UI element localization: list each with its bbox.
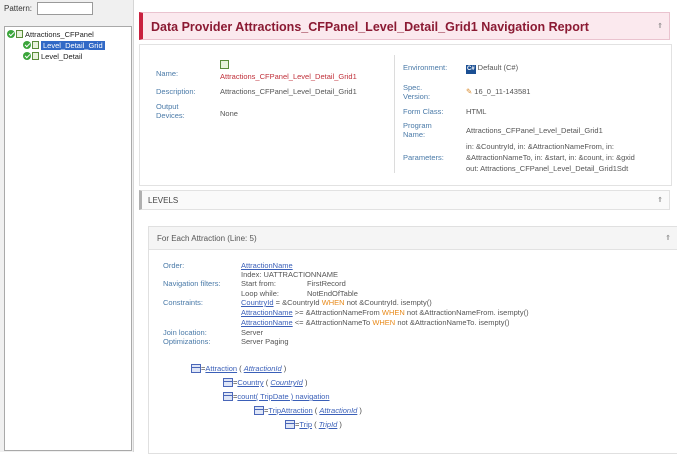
loop-while-value: NotEndOfTable [307,289,358,298]
wrench-icon: ✎ [466,87,473,96]
environment-label: Environment: [403,63,448,72]
environment-value: C# Default (C#) [466,63,519,74]
level-icon [32,52,39,60]
constraint-1: CountryId = &CountryId WHEN not &Country… [241,298,432,307]
name-value: Attractions_CFPanel_Level_Detail_Grid1 [220,72,357,81]
levels-title: LEVELS [148,196,179,205]
pattern-label: Pattern: [4,4,33,13]
report-title: Data Provider Attractions_CFPanel_Level_… [151,20,589,34]
join-location-label: Join location: [163,328,207,337]
form-class-value: HTML [466,107,487,116]
start-from-value: FirstRecord [307,279,346,288]
program-name-label: Program Name: [403,121,432,139]
collapse-icon[interactable]: ⇑ [657,22,663,30]
optimizations-value: Server Paging [241,337,289,346]
tree-item-level-detail-grid[interactable]: Level_Detail_Grid [23,40,105,50]
output-devices-label: Output Devices: [156,102,185,120]
output-devices-value: None [220,109,238,118]
navigation-filters-label: Navigation filters: [163,279,221,288]
parameters-line-3: out: Attractions_CFPanel_Level_Detail_Gr… [466,164,629,173]
collapse-icon[interactable]: ⇑ [665,234,671,242]
parameters-line-1: in: &CountryId, in: &AttractionNameFrom,… [466,142,614,151]
spec-version-label: Spec. Version: [403,83,431,101]
tree-item-attractions-cfpanel[interactable]: Attractions_CFPanel [7,29,94,39]
constraint-3: AttractionName <= &AttractionNameTo WHEN… [241,318,510,327]
parameters-label: Parameters: [403,153,444,162]
form-class-label: Form Class: [403,107,444,116]
table-icon [285,420,295,429]
name-label: Name: [156,69,179,78]
nav-node-tripattraction[interactable]: = TripAttraction ( AttractionId ) [254,406,362,415]
table-icon [254,406,264,415]
join-location-value: Server [241,328,264,337]
report-header: Data Provider Attractions_CFPanel_Level_… [139,12,670,40]
check-ok-icon [7,30,15,38]
grid-icon [32,41,39,49]
check-ok-icon [23,52,31,60]
constraint-2: AttractionName >= &AttractionNameFrom WH… [241,308,529,317]
loop-while-label: Loop while: [241,289,279,298]
object-tree: Attractions_CFPanel Level_Detail_Grid Le… [4,26,132,451]
spec-version-value: ✎ 16_0_11-143581 [466,87,531,96]
object-tree-pane: Pattern: Attractions_CFPanel Level_Detai… [0,0,134,452]
panel-icon [16,30,23,38]
nav-node-attraction[interactable]: = Attraction ( AttractionId ) [191,364,286,373]
csharp-icon: C# [466,65,476,74]
nav-node-count-tripdate[interactable]: = count( TripDate ) navigation [223,392,330,401]
for-each-title: For Each Attraction (Line: 5) [157,234,257,243]
check-ok-icon [23,41,31,49]
order-label: Order: [163,261,185,270]
levels-section-header: LEVELS ⇑ [139,190,670,210]
order-index: Index: UATTRACTIONNAME [241,270,338,279]
start-from-label: Start from: [241,279,277,288]
data-provider-icon [220,60,231,71]
order-attribute-link[interactable]: AttractionName [241,261,293,270]
constraints-label: Constraints: [163,298,204,307]
nav-node-trip[interactable]: = Trip ( TripId ) [285,420,342,429]
column-divider [394,55,395,173]
optimizations-label: Optimizations: [163,337,211,346]
object-info-panel: Name: Attractions_CFPanel_Level_Detail_G… [139,44,672,186]
for-each-level: For Each Attraction (Line: 5) ⇑ Order: A… [148,226,677,454]
table-icon [223,392,233,401]
description-value: Attractions_CFPanel_Level_Detail_Grid1 [220,87,357,96]
description-label: Description: [156,87,196,96]
pattern-input[interactable] [37,2,93,15]
nav-node-country[interactable]: = Country ( CountryId ) [223,378,307,387]
table-icon [191,364,201,373]
program-name-value: Attractions_CFPanel_Level_Detail_Grid1 [466,126,603,135]
for-each-header: For Each Attraction (Line: 5) ⇑ [149,227,677,250]
table-icon [223,378,233,387]
tree-item-level-detail[interactable]: Level_Detail [23,51,82,61]
parameters-line-2: &AttractionNameTo, in: &start, in: &coun… [466,153,635,162]
collapse-icon[interactable]: ⇑ [657,196,663,204]
